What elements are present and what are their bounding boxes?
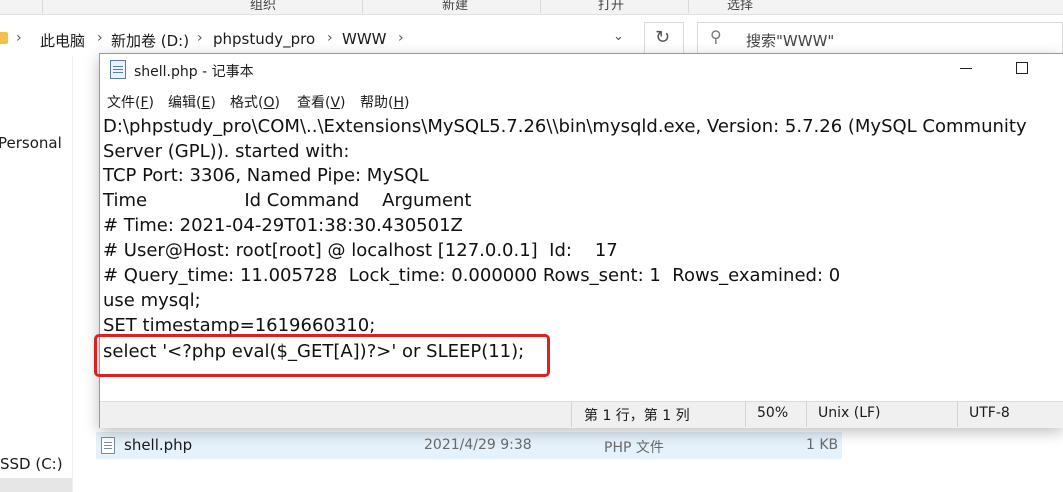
menu-file[interactable]: 文件(F) <box>107 92 154 112</box>
menu-edit-label: 编辑 <box>168 95 196 111</box>
ribbon-strip <box>0 0 1063 15</box>
text-line: TCP Port: 3306, Named Pipe: MySQL <box>103 165 429 186</box>
text-line: D:\phpstudy_pro\COM\..\Extensions\MySQL5… <box>103 116 1027 137</box>
menu-format-label: 格式 <box>230 95 258 111</box>
maximize-icon[interactable] <box>1016 62 1028 74</box>
notepad-icon <box>110 60 126 79</box>
refresh-button[interactable]: ↻ <box>644 22 684 54</box>
highlight-annotation <box>94 334 550 377</box>
ribbon-separator <box>540 0 541 13</box>
menu-view-key: V <box>330 95 341 111</box>
minimize-icon[interactable] <box>960 68 972 69</box>
sidebar-item-selected[interactable] <box>0 478 72 492</box>
breadcrumb-drive-d[interactable]: 新加卷 (D:) <box>111 30 189 51</box>
breadcrumb-www[interactable]: WWW <box>342 30 387 48</box>
status-separator <box>957 402 958 427</box>
ribbon-separator <box>362 0 363 13</box>
chevron-right-icon[interactable]: › <box>197 30 203 46</box>
window-title: shell.php - 记事本 <box>134 64 254 80</box>
status-zoom: 50% <box>757 405 789 421</box>
status-separator <box>571 402 572 427</box>
chevron-right-icon[interactable]: › <box>16 30 22 46</box>
breadcrumb-phpstudy-pro[interactable]: phpstudy_pro <box>213 30 315 48</box>
status-separator <box>806 402 807 427</box>
file-size: 1 KB <box>806 437 839 453</box>
sidebar-item-ssd[interactable]: SSD (C:) <box>0 455 63 473</box>
sidebar-divider <box>72 56 73 492</box>
chevron-right-icon[interactable]: › <box>398 30 404 46</box>
text-line: # Query_time: 11.005728 Lock_time: 0.000… <box>103 265 841 286</box>
menu-file-key: F <box>140 95 149 111</box>
text-line: Time Id Command Argument <box>103 190 472 211</box>
ribbon-group-select[interactable]: 选择 <box>727 0 753 13</box>
text-line: # User@Host: root[root] @ localhost [127… <box>103 240 618 261</box>
refresh-icon: ↻ <box>655 27 671 48</box>
menu-help-label: 帮助 <box>360 95 388 111</box>
chevron-right-icon[interactable]: › <box>97 30 103 46</box>
menu-edit[interactable]: 编辑(E) <box>168 92 216 112</box>
status-bar <box>100 401 1063 428</box>
ribbon-separator <box>688 0 689 13</box>
search-icon: ⚲ <box>710 27 722 46</box>
menu-format-key: O <box>263 95 275 111</box>
status-line-ending: Unix (LF) <box>818 405 881 421</box>
menu-help-key: H <box>393 95 404 111</box>
menu-view-label: 查看 <box>297 95 325 111</box>
ribbon-group-new[interactable]: 新建 <box>442 0 468 13</box>
file-name[interactable]: shell.php <box>124 436 192 454</box>
menu-help[interactable]: 帮助(H) <box>360 92 409 112</box>
menu-file-label: 文件 <box>107 95 135 111</box>
text-line: # Time: 2021-04-29T01:38:30.430501Z <box>103 215 463 236</box>
chevron-right-icon[interactable]: › <box>327 30 333 46</box>
menu-format[interactable]: 格式(O) <box>230 92 280 112</box>
menu-view[interactable]: 查看(V) <box>297 92 346 112</box>
sidebar-item-personal[interactable]: Personal <box>0 134 62 152</box>
ribbon-separator <box>42 0 43 13</box>
status-encoding: UTF-8 <box>969 405 1010 421</box>
search-placeholder[interactable]: 搜索"WWW" <box>746 30 834 51</box>
breadcrumb-this-pc[interactable]: 此电脑 <box>40 30 85 51</box>
ribbon-group-open[interactable]: 打开 <box>598 0 624 13</box>
text-line: use mysql; <box>103 290 201 311</box>
text-line: Server (GPL)). started with: <box>103 141 350 162</box>
file-type: PHP 文件 <box>604 440 664 456</box>
status-separator <box>745 402 746 427</box>
ribbon-group-organize[interactable]: 组织 <box>250 0 276 13</box>
file-icon <box>101 437 115 454</box>
chevron-down-icon[interactable]: ⌄ <box>613 29 624 44</box>
file-modified: 2021/4/29 9:38 <box>424 437 532 453</box>
menu-edit-key: E <box>201 95 211 111</box>
folder-icon <box>0 32 8 44</box>
status-position: 第 1 行，第 1 列 <box>584 408 690 424</box>
